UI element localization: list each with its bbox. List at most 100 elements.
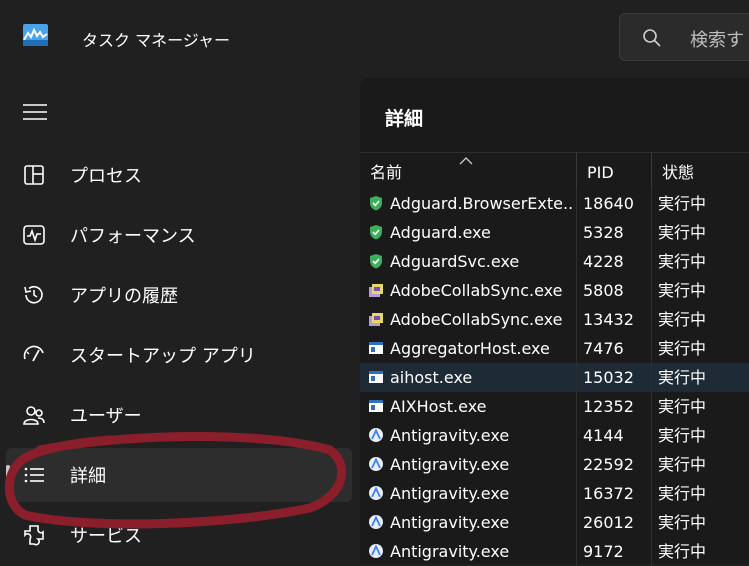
process-pid: 4228 [583, 252, 624, 271]
antigravity-icon [369, 486, 383, 500]
column-divider [651, 189, 652, 218]
hamburger-menu-icon[interactable] [22, 100, 48, 124]
process-pid: 12352 [583, 397, 634, 416]
process-pid: 15032 [583, 368, 634, 387]
nav-item-app-history[interactable]: アプリの履歴 [6, 268, 352, 322]
startup-icon [23, 345, 44, 362]
shield-icon [370, 225, 382, 240]
column-divider [576, 276, 577, 305]
process-pid: 22592 [583, 455, 634, 474]
column-header-name[interactable]: 名前 [360, 153, 576, 189]
process-pid: 4144 [583, 426, 624, 445]
nav-item-processes[interactable]: プロセス [6, 148, 352, 202]
column-divider [576, 392, 577, 421]
column-divider [576, 189, 577, 218]
table-row[interactable]: AIXHost.exe 12352 実行中 [360, 392, 749, 421]
process-name: AdobeCollabSync.exe [390, 281, 563, 300]
history-icon [24, 285, 43, 304]
services-icon [24, 525, 44, 546]
process-status: 実行中 [658, 339, 707, 358]
process-name: Antigravity.exe [390, 484, 510, 503]
process-status: 実行中 [658, 455, 707, 474]
table-row[interactable]: aihost.exe 15032 実行中 [360, 363, 749, 392]
column-divider [651, 508, 652, 537]
column-divider [651, 363, 652, 392]
table-row[interactable]: Antigravity.exe 22592 実行中 [360, 450, 749, 479]
table-row[interactable]: Adguard.exe 5328 実行中 [360, 218, 749, 247]
process-pid: 16372 [583, 484, 634, 503]
nav-label-users: ユーザー [70, 406, 142, 427]
column-header-pid[interactable]: PID [576, 153, 651, 189]
process-pid: 26012 [583, 513, 634, 532]
column-label-status: 状態 [662, 163, 695, 182]
table-row[interactable]: Antigravity.exe 26012 実行中 [360, 508, 749, 537]
nav-label-services: サービス [70, 526, 142, 547]
table-header: 名前 PID 状態 [360, 152, 749, 189]
adobe-icon [369, 284, 383, 297]
search-box[interactable]: 検索す [619, 13, 749, 61]
process-status: 実行中 [658, 426, 707, 445]
column-divider [576, 537, 577, 566]
process-pid: 7476 [583, 339, 624, 358]
users-icon [23, 406, 45, 425]
process-name: aihost.exe [390, 368, 473, 387]
column-label-name: 名前 [370, 163, 403, 182]
antigravity-icon [369, 544, 383, 558]
nav-item-users[interactable]: ユーザー [6, 388, 352, 442]
column-divider [576, 450, 577, 479]
process-name: Antigravity.exe [390, 542, 510, 561]
active-indicator [6, 465, 10, 485]
nav-item-details[interactable]: 詳細 [6, 448, 352, 502]
table-body: Adguard.BrowserExte... 18640 実行中 Adguard.ex… [360, 189, 749, 566]
table-row[interactable]: Antigravity.exe 4144 実行中 [360, 421, 749, 450]
column-divider [576, 421, 577, 450]
column-header-status[interactable]: 状態 [651, 153, 749, 189]
column-divider [576, 305, 577, 334]
column-divider [576, 363, 577, 392]
sort-ascending-icon [459, 157, 473, 165]
nav-label-processes: プロセス [70, 166, 142, 187]
antigravity-icon [369, 428, 383, 442]
title-bar: タスク マネージャー 検索す [0, 0, 749, 78]
search-icon [643, 29, 661, 47]
table-row[interactable]: AdobeCollabSync.exe 5808 実行中 [360, 276, 749, 305]
window-app-icon [369, 342, 383, 354]
process-pid: 18640 [583, 194, 634, 213]
table-row[interactable]: AggregatorHost.exe 7476 実行中 [360, 334, 749, 363]
shield-icon [370, 196, 382, 211]
table-row[interactable]: Antigravity.exe 16372 実行中 [360, 479, 749, 508]
column-divider [651, 479, 652, 508]
process-pid: 13432 [583, 310, 634, 329]
process-pid: 5328 [583, 223, 624, 242]
process-status: 実行中 [658, 542, 707, 561]
process-name: Antigravity.exe [390, 426, 510, 445]
table-row[interactable]: AdobeCollabSync.exe 13432 実行中 [360, 305, 749, 334]
nav-item-services[interactable]: サービス [6, 508, 352, 562]
search-input[interactable]: 検索す [690, 26, 744, 52]
process-status: 実行中 [658, 223, 707, 242]
process-status: 実行中 [658, 194, 707, 213]
table-row[interactable]: Antigravity.exe 9172 実行中 [360, 537, 749, 566]
table-row[interactable]: AdguardSvc.exe 4228 実行中 [360, 247, 749, 276]
column-divider [576, 508, 577, 537]
column-divider [651, 450, 652, 479]
processes-icon [24, 165, 44, 185]
performance-icon [23, 225, 45, 245]
window-app-icon [369, 371, 383, 383]
column-divider [576, 334, 577, 363]
process-name: AIXHost.exe [390, 397, 487, 416]
nav-item-startup-apps[interactable]: スタートアップ アプリ [6, 328, 352, 382]
column-divider [576, 247, 577, 276]
process-status: 実行中 [658, 281, 707, 300]
nav-label-app-history: アプリの履歴 [70, 286, 178, 307]
window-app-icon [369, 400, 383, 412]
task-manager-icon [23, 24, 48, 46]
column-divider [651, 392, 652, 421]
antigravity-icon [369, 457, 383, 471]
process-pid: 9172 [583, 542, 624, 561]
process-status: 実行中 [658, 513, 707, 532]
nav-item-performance[interactable]: パフォーマンス [6, 208, 352, 262]
process-pid: 5808 [583, 281, 624, 300]
process-name: Adguard.exe [390, 223, 491, 242]
table-row[interactable]: Adguard.BrowserExte... 18640 実行中 [360, 189, 749, 218]
